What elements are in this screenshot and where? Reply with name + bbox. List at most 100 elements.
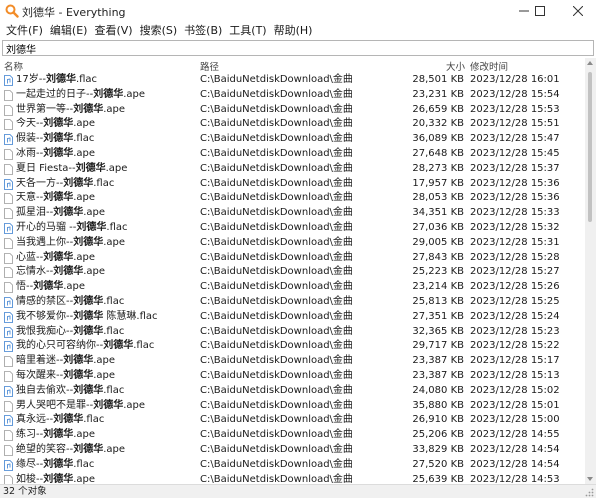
file-row[interactable]: 17岁--刘德华.flac C:\BaiduNetdiskDownload\金曲 2…	[0, 73, 585, 88]
file-row[interactable]: 假装--刘德华.flac C:\BaiduNetdiskDownload\金曲 36…	[0, 132, 585, 147]
file-row[interactable]: 暗里着迷--刘德华.ape C:\BaiduNetdiskDownload\金曲 2…	[0, 354, 585, 369]
file-path: C:\BaiduNetdiskDownload\金曲	[200, 162, 353, 174]
file-name: 孤星泪--刘德华.ape	[16, 206, 105, 221]
file-icon	[4, 193, 13, 205]
file-row[interactable]: 夏日 Fiesta--刘德华.ape C:\BaiduNetdiskDownloa…	[0, 162, 585, 177]
file-size: 28,273 KB	[412, 162, 464, 174]
file-size: 29,005 KB	[412, 236, 464, 248]
file-row[interactable]: 今天--刘德华.ape C:\BaiduNetdiskDownload\金曲 20,…	[0, 117, 585, 132]
column-header-modified[interactable]: 修改时间	[470, 59, 508, 73]
file-path: C:\BaiduNetdiskDownload\金曲	[200, 251, 353, 263]
menu-help[interactable]: 帮助(H)	[271, 23, 316, 38]
file-row[interactable]: 男人哭吧不是罪--刘德华.ape C:\BaiduNetdiskDownload\…	[0, 399, 585, 414]
title-bar: 刘德华 - Everything	[0, 0, 596, 22]
file-size: 23,231 KB	[412, 88, 464, 100]
file-row[interactable]: 独自去偷欢--刘德华.flac C:\BaiduNetdiskDownload\金…	[0, 384, 585, 399]
menu-tools[interactable]: 工具(T)	[226, 23, 269, 38]
column-header-size[interactable]: 大小	[446, 59, 465, 73]
file-row[interactable]: 我恨我痴心--刘德华.flac C:\BaiduNetdiskDownload\金…	[0, 325, 585, 340]
file-row[interactable]: 情感的禁区--刘德华.flac C:\BaiduNetdiskDownload\金…	[0, 295, 585, 310]
file-icon	[4, 252, 13, 264]
file-path: C:\BaiduNetdiskDownload\金曲	[200, 207, 353, 219]
menu-search[interactable]: 搜索(S)	[137, 23, 181, 38]
everything-search-icon	[5, 4, 19, 18]
file-name-suffix: .ape	[73, 251, 96, 263]
file-row[interactable]: 练习--刘德华.ape C:\BaiduNetdiskDownload\金曲 25,…	[0, 428, 585, 443]
file-size: 23,387 KB	[412, 370, 464, 381]
file-name: 独自去偷欢--刘德华.flac	[16, 384, 124, 399]
file-name: 忘情水--刘德华.ape	[16, 265, 105, 280]
file-name-match: 刘德华	[93, 88, 124, 100]
file-row[interactable]: 缘尽--刘德华.flac C:\BaiduNetdiskDownload\金曲 27…	[0, 458, 585, 473]
file-row[interactable]: 孤星泪--刘德华.ape C:\BaiduNetdiskDownload\金曲 34…	[0, 206, 585, 221]
file-row[interactable]: 天意--刘德华.ape C:\BaiduNetdiskDownload\金曲 28,…	[0, 191, 585, 206]
menu-edit[interactable]: 编辑(E)	[47, 23, 91, 38]
file-size: 28,053 KB	[412, 192, 464, 204]
file-path: C:\BaiduNetdiskDownload\金曲	[200, 88, 353, 100]
close-button[interactable]	[560, 0, 596, 22]
file-name-prefix: 忘情水--	[16, 266, 54, 278]
file-modified-date: 2023/12/28 15:36	[470, 192, 560, 204]
file-row[interactable]: 天各一方--刘德华.flac C:\BaiduNetdiskDownload\金曲…	[0, 177, 585, 192]
file-row[interactable]: 我的心只可容纳你--刘德华.flac C:\BaiduNetdiskDownloa…	[0, 339, 585, 354]
file-icon	[4, 104, 13, 116]
file-row[interactable]: 世界第一等--刘德华.ape C:\BaiduNetdiskDownload\金曲…	[0, 103, 585, 118]
file-row[interactable]: 如梭--刘德华.ape C:\BaiduNetdiskDownload\金曲 25,…	[0, 473, 585, 484]
scroll-up-arrow-icon[interactable]	[587, 61, 593, 65]
file-name-suffix: .flac	[73, 133, 95, 145]
file-row[interactable]: 每次醒来--刘德华.ape C:\BaiduNetdiskDownload\金曲 2…	[0, 369, 585, 384]
file-name-suffix: .ape	[63, 281, 86, 293]
file-path: C:\BaiduNetdiskDownload\金曲	[200, 370, 353, 381]
file-row[interactable]: 一起走过的日子--刘德华.ape C:\BaiduNetdiskDownload\…	[0, 88, 585, 103]
file-name: 夏日 Fiesta--刘德华.ape	[16, 162, 127, 177]
file-row[interactable]: 真永远--刘德华.flac C:\BaiduNetdiskDownload\金曲 2…	[0, 413, 585, 428]
audio-file-icon	[4, 134, 13, 146]
file-row[interactable]: 当我遇上你--刘德华.ape C:\BaiduNetdiskDownload\金曲…	[0, 236, 585, 251]
file-size: 32,365 KB	[412, 325, 464, 337]
file-name-suffix: .ape	[123, 399, 146, 411]
file-modified-date: 2023/12/28 14:54	[470, 458, 560, 470]
file-name-suffix: .ape	[93, 370, 116, 381]
file-row[interactable]: 冰雨--刘德华.ape C:\BaiduNetdiskDownload\金曲 27,…	[0, 147, 585, 162]
file-name-match: 刘德华	[73, 236, 104, 248]
column-header: 名称 路径 大小 修改时间	[0, 58, 585, 73]
file-path: C:\BaiduNetdiskDownload\金曲	[200, 429, 353, 441]
file-name: 男人哭吧不是罪--刘德华.ape	[16, 399, 145, 414]
file-modified-date: 2023/12/28 15:01	[470, 399, 560, 411]
file-modified-date: 2023/12/28 14:55	[470, 429, 560, 441]
file-name-match: 刘德华	[63, 355, 94, 367]
search-input[interactable]	[3, 41, 593, 55]
audio-file-icon	[4, 326, 13, 338]
file-modified-date: 2023/12/28 16:01	[470, 74, 560, 85]
file-name: 情感的禁区--刘德华.flac	[16, 295, 124, 310]
file-name-suffix: .flac	[75, 74, 98, 85]
file-size: 25,206 KB	[412, 429, 464, 441]
file-modified-date: 2023/12/28 15:51	[470, 118, 560, 130]
file-name-prefix: 冰雨--	[16, 148, 44, 159]
column-header-path[interactable]: 路径	[200, 59, 219, 73]
file-row[interactable]: 悟--刘德华.ape C:\BaiduNetdiskDownload\金曲 23,2…	[0, 280, 585, 295]
menu-view[interactable]: 查看(V)	[91, 23, 135, 38]
file-path: C:\BaiduNetdiskDownload\金曲	[200, 118, 353, 130]
file-size: 34,351 KB	[412, 207, 464, 219]
file-row[interactable]: 忘情水--刘德华.ape C:\BaiduNetdiskDownload\金曲 25…	[0, 265, 585, 280]
file-name-prefix: 我恨我痴心--	[16, 325, 74, 337]
file-name-prefix: 心蓝--	[16, 251, 44, 263]
file-path: C:\BaiduNetdiskDownload\金曲	[200, 281, 353, 293]
file-name: 今天--刘德华.ape	[16, 117, 95, 132]
resize-grip-icon[interactable]	[585, 488, 594, 497]
scroll-down-arrow-icon[interactable]	[587, 477, 593, 481]
scrollbar-thumb[interactable]	[588, 72, 592, 222]
menu-file[interactable]: 文件(F)	[3, 23, 46, 38]
maximize-button[interactable]	[522, 0, 558, 22]
file-row[interactable]: 心蓝--刘德华.ape C:\BaiduNetdiskDownload\金曲 27,…	[0, 251, 585, 266]
file-row[interactable]: 我不够爱你--刘德华 陈慧琳.flac C:\BaiduNetdiskDownlo…	[0, 310, 585, 325]
audio-file-icon	[4, 459, 13, 471]
column-header-name[interactable]: 名称	[4, 59, 23, 73]
file-row[interactable]: 绝望的笑容--刘德华.ape C:\BaiduNetdiskDownload\金曲…	[0, 443, 585, 458]
vertical-scrollbar[interactable]	[585, 58, 596, 484]
file-modified-date: 2023/12/28 14:54	[470, 444, 560, 455]
file-name-match: 刘德华	[73, 444, 104, 455]
file-row[interactable]: 开心的马骝 --刘德华.flac C:\BaiduNetdiskDownload\…	[0, 221, 585, 236]
menu-bookmarks[interactable]: 书签(B)	[181, 23, 225, 38]
